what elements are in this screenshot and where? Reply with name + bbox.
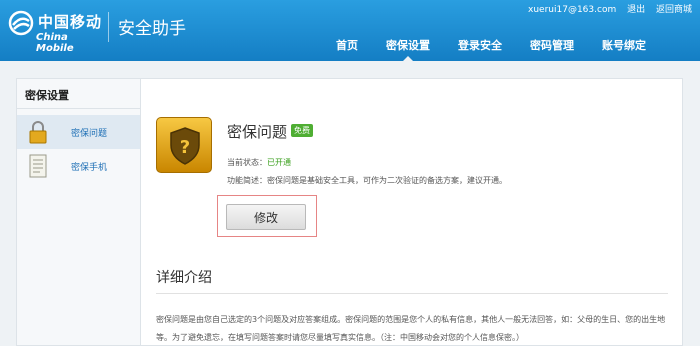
status-line: 当前状态：已开通 xyxy=(227,157,291,168)
back-to-mall-link[interactable]: 返回商城 xyxy=(656,5,692,15)
sidebar-item-label: 密保问题 xyxy=(71,128,108,139)
edit-button[interactable]: 修改 xyxy=(226,204,306,230)
main-content: ? 密保问题 免费 当前状态：已开通 功能简述：密保问题是基础安全工具，可作为二… xyxy=(140,78,683,346)
china-mobile-logo-icon xyxy=(8,10,34,36)
status-label: 当前状态： xyxy=(227,158,267,167)
details-title: 详细介绍 xyxy=(156,270,212,286)
user-links: xuerui17@163.com 退出 返回商城 xyxy=(520,2,692,15)
feature-description: 功能简述：密保问题是基础安全工具，可作为二次验证的备选方案，建议开通。 xyxy=(227,176,507,185)
edit-button-highlight: 修改 xyxy=(217,195,317,237)
user-email[interactable]: xuerui17@163.com xyxy=(528,5,616,15)
logout-link[interactable]: 退出 xyxy=(627,5,645,15)
feature-title: 密保问题 xyxy=(227,123,288,141)
logo-text-en: China Mobile xyxy=(36,32,74,54)
lock-icon xyxy=(29,121,47,144)
shield-question-icon: ? xyxy=(156,117,212,173)
section-divider xyxy=(156,293,668,294)
status-value: 已开通 xyxy=(267,158,291,167)
sidebar-item-security-phone[interactable]: 密保手机 xyxy=(17,149,141,183)
nav-login-security[interactable]: 登录安全 xyxy=(444,37,516,61)
nav-password-management[interactable]: 密码管理 xyxy=(516,37,588,61)
details-text: 密保问题是由您自己选定的3个问题及对应答案组成。密保问题的范围是您个人的私有信息… xyxy=(156,315,666,342)
sidebar: 密保设置 密保问题 密保手机 xyxy=(16,78,141,346)
sidebar-item-security-questions[interactable]: 密保问题 xyxy=(17,115,141,149)
main-nav: 首页 密保设置 登录安全 密码管理 账号绑定 xyxy=(322,37,660,61)
header-divider xyxy=(108,12,109,42)
sidebar-item-label: 密保手机 xyxy=(71,162,108,173)
free-badge: 免费 xyxy=(291,124,313,137)
sidebar-title: 密保设置 xyxy=(17,79,140,109)
header-bar: 中国移动 China Mobile 安全助手 xuerui17@163.com … xyxy=(0,0,700,61)
nav-home[interactable]: 首页 xyxy=(322,37,372,61)
app-title: 安全助手 xyxy=(118,19,186,39)
china-mobile-logo[interactable]: 中国移动 China Mobile xyxy=(8,8,104,54)
logo-text-cn: 中国移动 xyxy=(38,13,103,31)
nav-security-questions[interactable]: 密保设置 xyxy=(372,37,444,61)
svg-text:?: ? xyxy=(180,137,190,158)
document-icon xyxy=(29,154,47,178)
nav-account-binding[interactable]: 账号绑定 xyxy=(588,37,660,61)
